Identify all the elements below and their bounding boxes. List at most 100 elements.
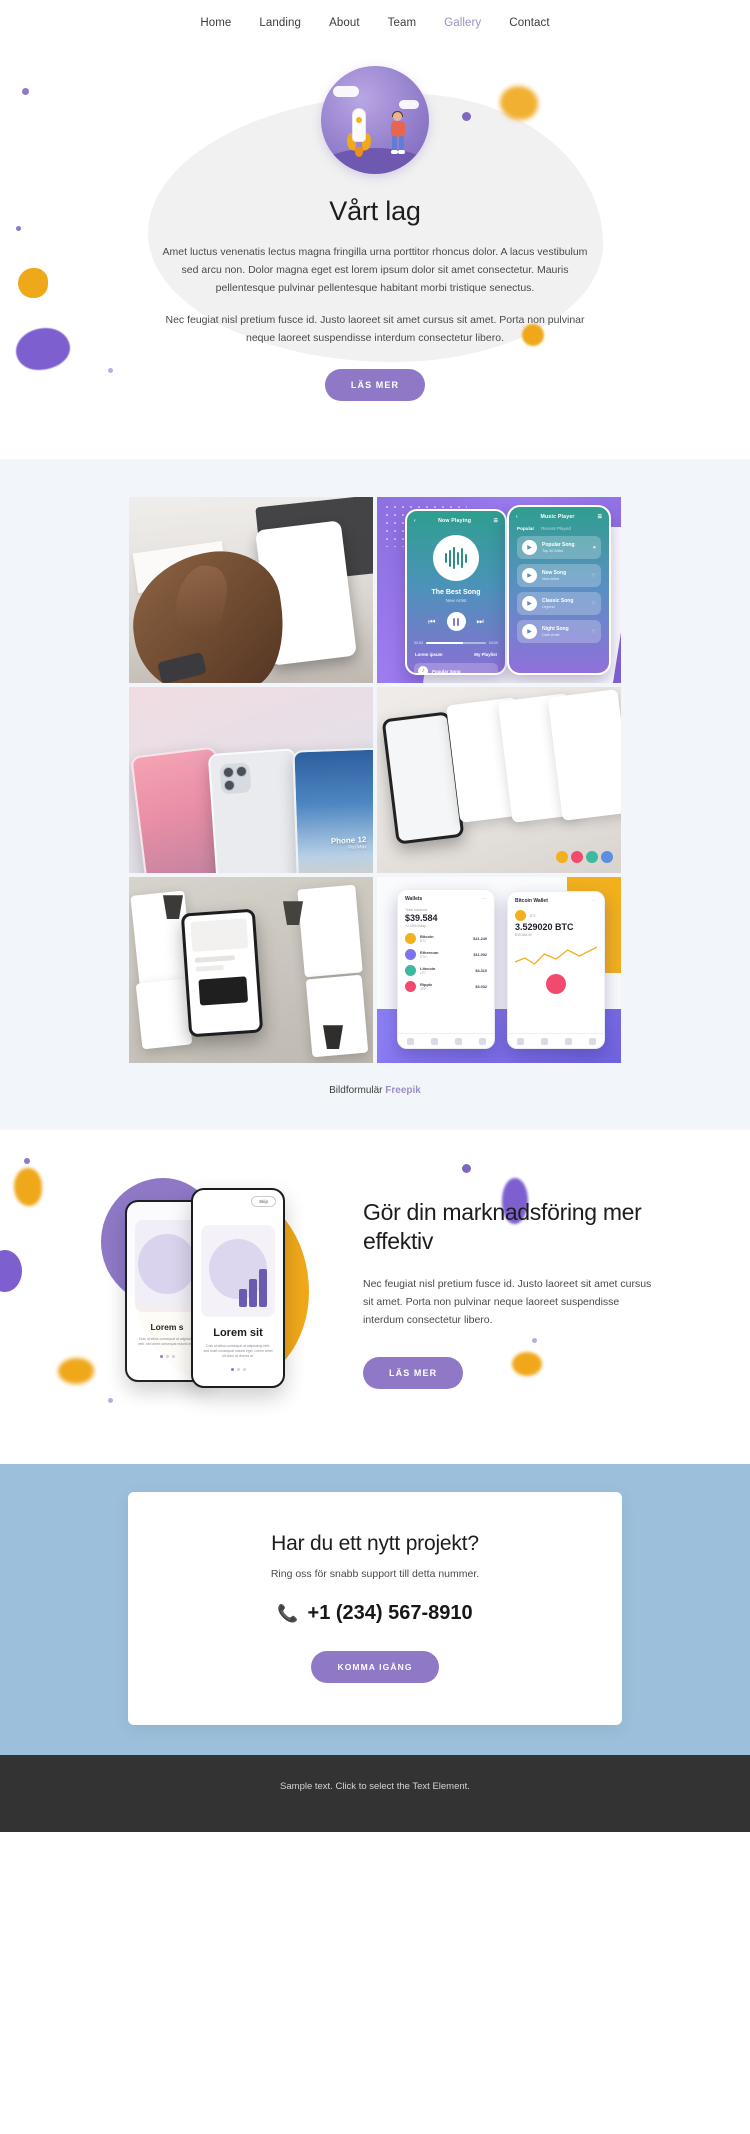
- gallery-image-phone-lineup[interactable]: Phone 12 Pro Max: [129, 687, 373, 874]
- footer-text[interactable]: Sample text. Click to select the Text El…: [280, 1781, 470, 1792]
- marketing-title: Gör din marknadsföring mer effektiv: [363, 1198, 642, 1255]
- bottom-nav-bar: [398, 1033, 494, 1048]
- phone-silver-mockup: [207, 748, 307, 874]
- cta-get-started-button[interactable]: KOMMA IGÅNG: [311, 1651, 439, 1684]
- menu-icon: ⋯: [592, 898, 597, 905]
- gallery-image-chat-screens[interactable]: [377, 687, 621, 874]
- wallets-screen-mockup: Wallets ⋯ Total balance $39.584 +2.45% t…: [397, 889, 495, 1050]
- playlist-icon: ☰: [493, 518, 498, 525]
- marketing-read-more-button[interactable]: LÄS MER: [363, 1356, 464, 1389]
- wallet-row: Litecoin LTC $4.310: [405, 965, 487, 977]
- song-artist: New Artist: [542, 577, 560, 582]
- playlist-icon: ☰: [597, 514, 602, 521]
- music-note-icon: ♪: [418, 666, 428, 674]
- deco-dot-purple-left: [24, 1158, 30, 1165]
- cta-section: Har du ett nytt projekt? Ring oss för sn…: [0, 1464, 750, 1756]
- marketing-section: Lorem s Duis at tellus consequat at adip…: [0, 1130, 750, 1465]
- heart-icon: ♥: [593, 544, 596, 551]
- song-title: Night Song: [542, 626, 569, 633]
- album-art-equalizer-icon: [433, 535, 479, 582]
- balance-change: +2.45% today: [405, 924, 426, 929]
- coin-amount: $21.240: [473, 936, 487, 941]
- pause-button-icon: [446, 612, 466, 632]
- song-list-item: ▶ Classic Song Legend ♡: [517, 592, 601, 616]
- phone-blue-mockup: [292, 747, 373, 874]
- gallery-image-music-player-app[interactable]: ‹ Now Playing ☰ The Best Song New Artist…: [377, 497, 621, 684]
- deco-blob-orange-bottomleft: [58, 1358, 94, 1385]
- wallet-row: Ripple XRP $3.032: [405, 981, 487, 993]
- balance-amount: $39.584: [405, 913, 438, 924]
- heart-icon: ♡: [591, 572, 596, 579]
- ui-card: [135, 978, 193, 1050]
- time-elapsed: 02:03: [414, 641, 423, 646]
- music-player-list-mockup: ‹ Music Player ☰ Popular Recent Played ▶…: [507, 505, 611, 676]
- gallery-image-furniture-app[interactable]: [129, 877, 373, 1064]
- gallery-section: ‹ Now Playing ☰ The Best Song New Artist…: [0, 459, 750, 1131]
- nav-item-home[interactable]: Home: [200, 17, 231, 29]
- caption-text: Bildformulär: [329, 1085, 383, 1097]
- bitcoin-balance-fiat: $39.584,00: [515, 933, 532, 938]
- phone-mockup-front: Skip Lorem sit Duis at tellus consequat …: [191, 1188, 285, 1389]
- gallery-caption: Bildformulär Freepik: [0, 1063, 750, 1130]
- gallery-image-crypto-wallet-app[interactable]: Wallets ⋯ Total balance $39.584 +2.45% t…: [377, 877, 621, 1064]
- bitcoin-balance: 3.529020 BTC: [515, 922, 574, 933]
- marketing-copy: Gör din marknadsföring mer effektiv Nec …: [363, 1198, 655, 1389]
- now-playing-header: Now Playing: [438, 518, 472, 525]
- back-chevron-icon: ‹: [414, 518, 416, 525]
- nav-item-about[interactable]: About: [329, 17, 360, 29]
- page-footer: Sample text. Click to select the Text El…: [0, 1755, 750, 1833]
- song-title: Popular Song: [542, 542, 575, 549]
- deco-blob-purple-edge-left: [0, 1250, 22, 1293]
- song-list-item: ▶ New Song New Artist ♡: [517, 564, 601, 588]
- caption-freepik-link[interactable]: Freepik: [385, 1085, 421, 1096]
- hero-read-more-button[interactable]: LÄS MER: [324, 369, 426, 402]
- cta-phone-number[interactable]: 📞 +1 (234) 567-8910: [148, 1602, 602, 1625]
- main-navigation: Home Landing About Team Gallery Contact: [0, 0, 750, 46]
- skip-button[interactable]: Skip: [251, 1196, 276, 1208]
- tab-popular: Popular: [517, 526, 535, 532]
- cta-card: Har du ett nytt projekt? Ring oss för sn…: [128, 1492, 622, 1726]
- cta-phone-text: +1 (234) 567-8910: [307, 1602, 473, 1625]
- ground-layer-dark: [321, 148, 429, 174]
- hero-section: Vårt lag Amet luctus venenatis lectus ma…: [0, 46, 750, 460]
- deco-dot-purple-right: [462, 1164, 471, 1174]
- time-total: 04:09: [489, 641, 498, 646]
- phone-model-label: Phone 12 Pro Max: [331, 835, 368, 851]
- coin-symbol: ETH: [420, 955, 427, 960]
- nav-item-gallery[interactable]: Gallery: [444, 17, 481, 29]
- marketing-illustration: Lorem s Duis at tellus consequat at adip…: [95, 1178, 345, 1408]
- nav-item-landing[interactable]: Landing: [259, 17, 301, 29]
- heart-icon: ♡: [591, 600, 596, 607]
- wallets-title: Wallets: [405, 896, 423, 903]
- music-player-now-playing-mockup: ‹ Now Playing ☰ The Best Song New Artist…: [405, 509, 507, 676]
- song-list-item: ▶ Popular Song Top 40 Artist ♥: [517, 536, 601, 560]
- page-root: Home Landing About Team Gallery Contact: [0, 0, 750, 1833]
- marketing-paragraph: Nec feugiat nisl pretium fusce id. Justo…: [363, 1277, 652, 1326]
- ui-card: [297, 884, 363, 978]
- tab-recent-played: Recent Played: [541, 526, 571, 532]
- cta-subtitle: Ring oss för snabb support till detta nu…: [270, 1568, 480, 1581]
- hero-paragraph-2: Nec feugiat nisl pretium fusce id. Justo…: [165, 314, 585, 345]
- coin-symbol: BTC: [530, 913, 537, 918]
- link-my-playlist: My Playlist: [474, 652, 497, 658]
- nav-item-contact[interactable]: Contact: [509, 17, 549, 29]
- hero-paragraph-1: Amet luctus venenatis lectus magna fring…: [162, 246, 588, 295]
- onboarding-illustration: [135, 1220, 199, 1313]
- play-icon: ▶: [522, 568, 537, 584]
- phone-icon: 📞: [277, 1603, 299, 1623]
- song-artist: New Artist: [445, 598, 467, 604]
- cloud-icon: [333, 86, 359, 97]
- song-artist: Legend: [542, 605, 555, 610]
- progress-track: [426, 642, 486, 645]
- phone-front-caption: Duis at tellus consequat at adipiscing v…: [203, 1344, 273, 1359]
- gallery-image-hand-holding-phone[interactable]: [129, 497, 373, 684]
- play-icon: ▶: [522, 624, 537, 640]
- nav-item-team[interactable]: Team: [388, 17, 417, 29]
- coin-symbol: BTC: [420, 939, 427, 944]
- menu-icon: ⋯: [482, 896, 487, 903]
- play-icon: ▶: [522, 596, 537, 612]
- wallet-row: Ethereum ETH $11.002: [405, 949, 487, 961]
- cloud-icon: [399, 100, 419, 109]
- coin-symbol: XRP: [420, 987, 427, 992]
- hero-title: Vårt lag: [329, 196, 421, 226]
